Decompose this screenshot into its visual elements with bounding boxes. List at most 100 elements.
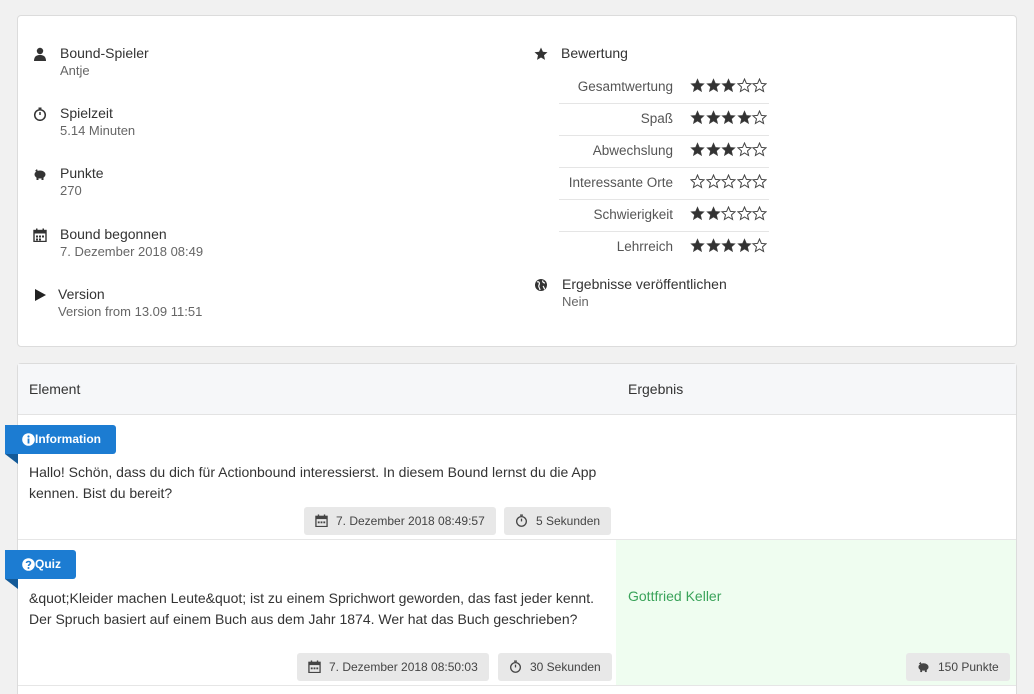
star-empty-icon [752,142,767,157]
answer-text: Gottfried Keller [628,588,722,604]
bound-summary-card: Bound-Spieler Antje Spielzeit 5.14 Minut… [17,15,1017,347]
rating-row: Spaß [559,104,769,136]
star-rating [690,110,768,128]
rating-row: Lehrreich [559,232,769,263]
calendar-icon [315,514,328,527]
points-value: 150 Punkte [938,660,999,674]
calendar-icon [308,660,321,673]
rating-label: Spaß [640,111,673,126]
rating-row: Interessante Orte [559,168,769,200]
star-rating [690,142,768,160]
column-header-element[interactable]: Element [29,381,80,397]
calendar-icon [33,228,47,242]
points-title: Punkte [60,165,104,181]
star-filled-icon [721,238,736,253]
duration-chip: 5 Sekunden [504,507,612,535]
star-empty-icon [705,174,721,189]
row-element-cell: Quiz &quot;Kleider machen Leute&quot; is… [5,540,616,685]
star-filled-icon [690,110,705,125]
star-empty-icon [752,174,767,189]
star-filled-icon [721,142,736,157]
points-value: 270 [60,183,82,198]
star-rating [690,78,768,96]
element-text: Hallo! Schön, dass du dich für Actionbou… [29,464,597,501]
rating-label: Schwierigkeit [593,207,673,222]
star-filled-icon [705,206,721,221]
star-empty-icon [690,174,705,189]
star-icon [534,47,548,60]
user-icon [34,47,46,61]
rating-row: Gesamtwertung [559,72,769,104]
star-rating [690,174,768,192]
star-filled-icon [690,142,705,157]
row-result-cell: Gottfried Keller 150 Punkte [616,540,1016,685]
star-filled-icon [705,238,721,253]
star-rating [690,206,768,224]
star-empty-icon [721,206,736,221]
star-empty-icon [752,78,767,93]
star-empty-icon [736,206,752,221]
question-circle-icon [22,558,35,571]
badge-label: Quiz [35,557,61,571]
play-icon [35,289,46,301]
publish-value: Nein [562,294,589,309]
rating-label: Interessante Orte [568,175,673,190]
rating-label: Lehrreich [616,239,673,254]
player-value: Antje [60,63,90,78]
star-empty-icon [752,206,767,221]
star-empty-icon [752,110,767,125]
rating-title: Bewertung [561,45,628,61]
row-result-cell [616,415,1016,539]
badge-fold [5,454,18,464]
stopwatch-icon [516,514,527,527]
duration-chip: 30 Sekunden [498,653,612,681]
star-filled-icon [705,110,721,125]
column-header-result[interactable]: Ergebnis [628,381,683,397]
star-filled-icon [721,110,736,125]
timestamp-value: 7. Dezember 2018 08:50:03 [329,660,478,674]
star-filled-icon [690,78,705,93]
badge-fold [5,579,18,589]
publish-title: Ergebnisse veröffentlichen [562,276,727,292]
star-filled-icon [705,78,721,93]
ratings-list: Gesamtwertung Spaß Abwechslung Interessante… [559,72,769,263]
star-empty-icon [721,174,736,189]
star-filled-icon [705,142,721,157]
star-empty-icon [736,174,752,189]
started-title: Bound begonnen [60,226,167,242]
timestamp-chip: 7. Dezember 2018 08:50:03 [297,653,489,681]
version-title: Version [58,286,105,302]
info-circle-icon [22,433,35,446]
timestamp-value: 7. Dezember 2018 08:49:57 [336,514,485,528]
star-filled-icon [690,206,705,221]
stopwatch-icon [33,107,47,121]
star-empty-icon [752,238,767,253]
player-title: Bound-Spieler [60,45,149,61]
element-badge: Quiz [5,550,76,579]
table-header: Element Ergebnis [18,364,1016,415]
rating-label: Gesamtwertung [577,79,673,94]
star-filled-icon [736,238,752,253]
rating-row: Schwierigkeit [559,200,769,232]
version-value: Version from 13.09 11:51 [58,304,203,319]
piggy-bank-icon [34,169,46,180]
globe-icon [535,279,547,291]
playtime-value: 5.14 Minuten [60,123,136,138]
rating-row: Abwechslung [559,136,769,168]
piggy-bank-icon [918,661,929,673]
star-rating [690,238,768,256]
started-value: 7. Dezember 2018 08:49 [60,244,204,259]
star-filled-icon [690,238,705,253]
rating-label: Abwechslung [592,143,673,158]
star-filled-icon [721,78,736,93]
element-text: &quot;Kleider machen Leute&quot; ist zu … [29,590,594,627]
playtime-title: Spielzeit [60,105,113,121]
points-chip: 150 Punkte [906,653,1010,681]
badge-label: Information [35,432,101,446]
star-filled-icon [736,110,752,125]
star-empty-icon [736,78,752,93]
table-row: Information Hallo! Schön, dass du dich f… [5,415,1016,540]
duration-value: 30 Sekunden [530,660,601,674]
results-table: Element Ergebnis Information Hallo! Schö… [5,363,1017,694]
duration-value: 5 Sekunden [536,514,601,528]
